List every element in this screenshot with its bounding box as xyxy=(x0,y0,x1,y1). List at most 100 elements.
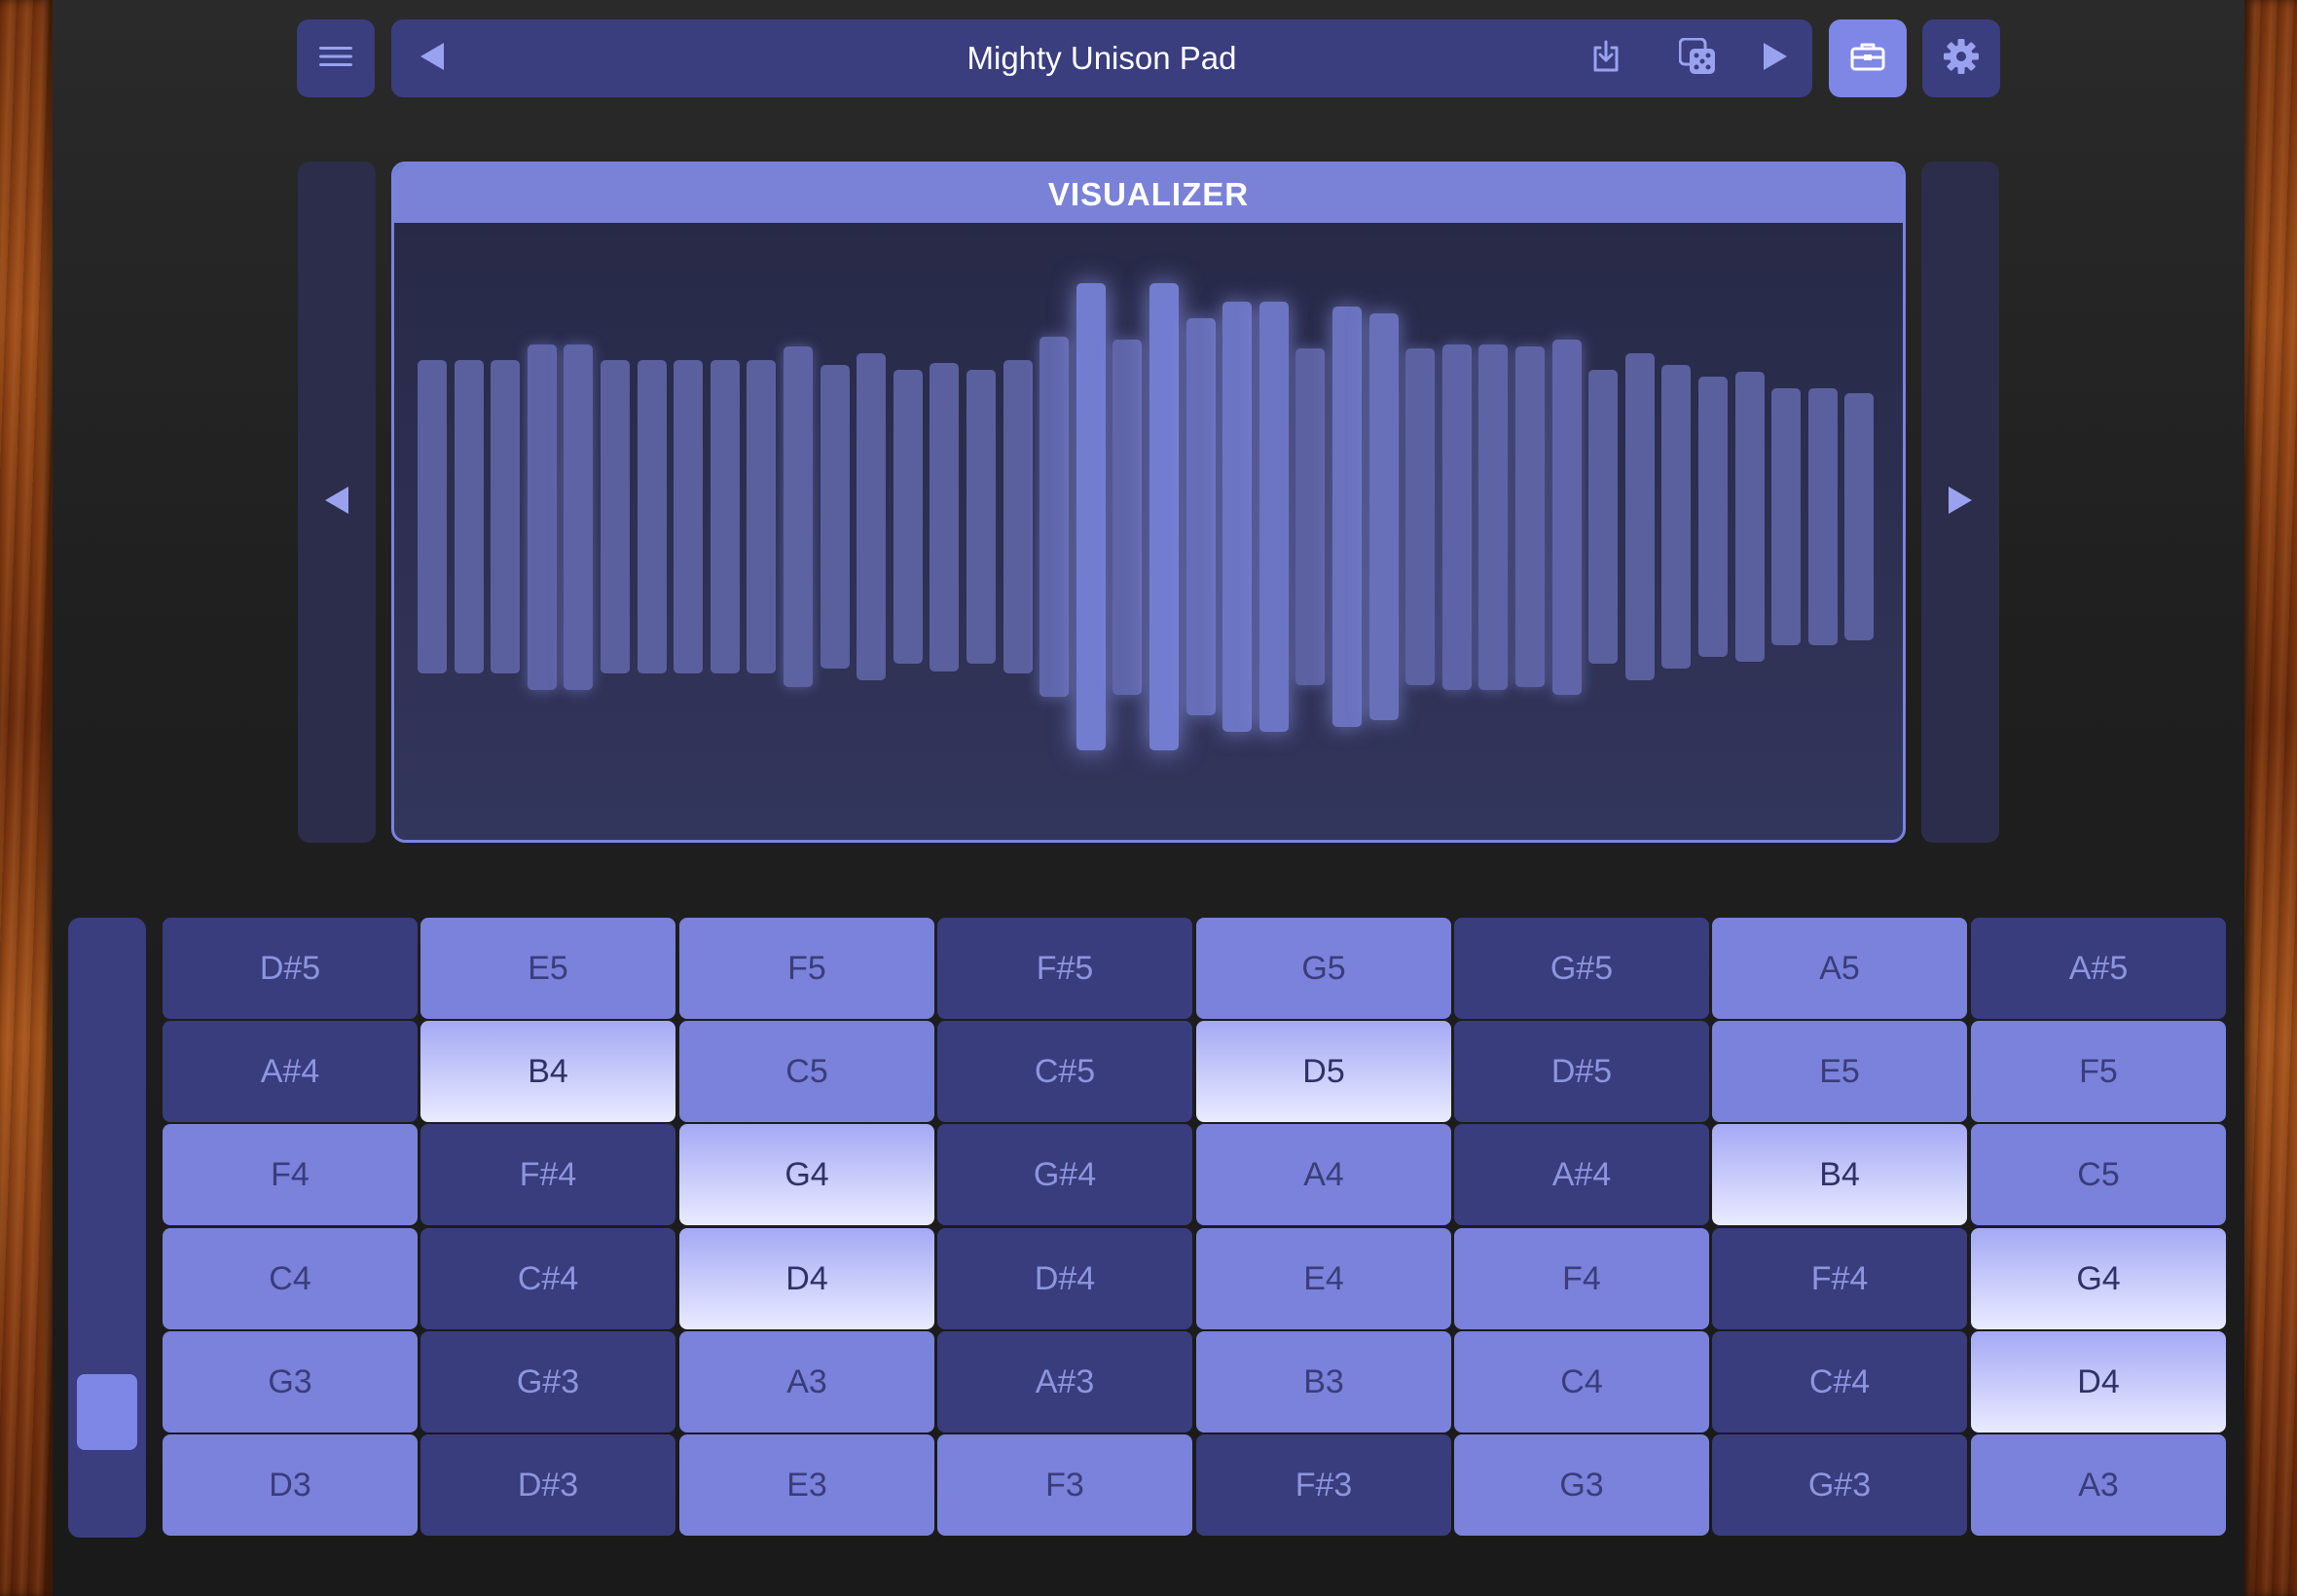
visualizer-bar xyxy=(820,365,850,669)
note-pad[interactable]: G3 xyxy=(163,1331,418,1433)
note-pad[interactable]: D#4 xyxy=(937,1228,1192,1329)
note-pad[interactable]: B4 xyxy=(1712,1124,1967,1225)
note-pad[interactable]: E4 xyxy=(1196,1228,1451,1329)
note-pad[interactable]: G4 xyxy=(679,1124,934,1225)
dice-icon xyxy=(1678,37,1716,80)
visualizer-bar xyxy=(1332,307,1362,727)
menu-button[interactable] xyxy=(297,19,375,97)
note-pad[interactable]: D5 xyxy=(1196,1021,1451,1122)
note-pad[interactable]: F#4 xyxy=(1712,1228,1967,1329)
note-pad[interactable]: C4 xyxy=(163,1228,418,1329)
visualizer-bar xyxy=(638,360,667,673)
visualizer-bars xyxy=(394,223,1903,840)
note-pad[interactable]: F4 xyxy=(163,1124,418,1225)
visualizer-bar xyxy=(455,360,484,673)
visualizer-bar xyxy=(930,363,959,671)
next-preset-button[interactable] xyxy=(1746,19,1805,97)
visualizer-bar xyxy=(1222,302,1252,732)
note-pad[interactable]: G#3 xyxy=(1712,1434,1967,1536)
left-arrow-icon xyxy=(323,486,350,520)
wood-side-panel-right xyxy=(2244,0,2297,1596)
note-pad[interactable]: E5 xyxy=(1712,1021,1967,1122)
visualizer-bar xyxy=(564,345,593,690)
note-pad[interactable]: C#4 xyxy=(1712,1331,1967,1433)
note-pad[interactable]: E3 xyxy=(679,1434,934,1536)
visualizer-bar xyxy=(1112,340,1142,695)
visualizer-bar xyxy=(1661,365,1691,669)
settings-button[interactable] xyxy=(1922,19,2000,97)
visualizer-bar xyxy=(491,360,520,673)
note-pad[interactable]: D3 xyxy=(163,1434,418,1536)
note-pad[interactable]: B3 xyxy=(1196,1331,1451,1433)
note-pad[interactable]: A3 xyxy=(1971,1434,2226,1536)
gear-icon xyxy=(1943,38,1980,80)
visualizer-next-button[interactable] xyxy=(1921,162,1999,843)
note-pad[interactable]: D#3 xyxy=(420,1434,675,1536)
visualizer-bar xyxy=(1844,393,1874,640)
note-pad[interactable]: F5 xyxy=(1971,1021,2226,1122)
note-pad[interactable]: A#4 xyxy=(163,1021,418,1122)
visualizer-bar xyxy=(1588,370,1618,664)
note-pad[interactable]: G3 xyxy=(1454,1434,1709,1536)
note-pad[interactable]: G#3 xyxy=(420,1331,675,1433)
note-pad[interactable]: C5 xyxy=(1971,1124,2226,1225)
toolbox-icon xyxy=(1850,42,1885,76)
note-pad[interactable]: A3 xyxy=(679,1331,934,1433)
visualizer-bar xyxy=(1076,283,1106,750)
note-pad[interactable]: F3 xyxy=(937,1434,1192,1536)
visualizer-bar xyxy=(1478,345,1508,690)
visualizer-prev-button[interactable] xyxy=(298,162,376,843)
wood-side-panel-left xyxy=(0,0,53,1596)
visualizer-bar xyxy=(711,360,740,673)
visualizer-bar xyxy=(1442,345,1472,690)
note-pad[interactable]: F5 xyxy=(679,918,934,1019)
visualizer-bar xyxy=(747,360,776,673)
note-pad[interactable]: D#5 xyxy=(1454,1021,1709,1122)
note-pad[interactable]: F#3 xyxy=(1196,1434,1451,1536)
randomize-button[interactable] xyxy=(1668,19,1727,97)
right-arrow-icon xyxy=(1947,486,1974,520)
next-preset-icon xyxy=(1762,42,1789,76)
save-preset-button[interactable] xyxy=(1577,19,1635,97)
note-pad[interactable]: C4 xyxy=(1454,1331,1709,1433)
note-pad[interactable]: C5 xyxy=(679,1021,934,1122)
note-pad[interactable]: D4 xyxy=(1971,1331,2226,1433)
note-pad[interactable]: F#5 xyxy=(937,918,1192,1019)
octave-scroll-strip[interactable] xyxy=(68,918,146,1538)
note-pad[interactable]: D#5 xyxy=(163,918,418,1019)
visualizer-bar xyxy=(674,360,703,673)
octave-scroll-thumb[interactable] xyxy=(77,1374,137,1450)
note-pad[interactable]: A4 xyxy=(1196,1124,1451,1225)
visualizer-bar xyxy=(418,360,447,673)
note-pad[interactable]: E5 xyxy=(420,918,675,1019)
save-download-icon xyxy=(1590,40,1622,78)
visualizer-bar xyxy=(528,345,557,690)
preset-selector: Mighty Unison Pad xyxy=(391,19,1812,97)
visualizer-bar xyxy=(1625,353,1655,680)
visualizer-bar xyxy=(1698,377,1728,657)
visualizer-bar xyxy=(1186,318,1216,715)
visualizer-bar xyxy=(1369,313,1399,720)
visualizer-bar xyxy=(966,370,996,664)
visualizer-bar xyxy=(784,346,813,687)
visualizer-bar xyxy=(1003,360,1033,673)
note-pad[interactable]: A5 xyxy=(1712,918,1967,1019)
note-pad[interactable]: B4 xyxy=(420,1021,675,1122)
note-pad[interactable]: G5 xyxy=(1196,918,1451,1019)
note-pad[interactable]: A#5 xyxy=(1971,918,2226,1019)
toolbox-button[interactable] xyxy=(1829,19,1907,97)
visualizer-title: VISUALIZER xyxy=(394,164,1903,223)
note-pad[interactable]: G4 xyxy=(1971,1228,2226,1329)
note-pad[interactable]: A#4 xyxy=(1454,1124,1709,1225)
visualizer-bar xyxy=(1039,337,1069,697)
note-pad[interactable]: F4 xyxy=(1454,1228,1709,1329)
note-pad[interactable]: C#4 xyxy=(420,1228,675,1329)
note-pad[interactable]: G#5 xyxy=(1454,918,1709,1019)
visualizer-bar xyxy=(601,360,630,673)
note-pad[interactable]: G#4 xyxy=(937,1124,1192,1225)
note-pad[interactable]: C#5 xyxy=(937,1021,1192,1122)
note-pad[interactable]: F#4 xyxy=(420,1124,675,1225)
visualizer-bar xyxy=(1808,388,1838,645)
note-pad[interactable]: D4 xyxy=(679,1228,934,1329)
note-pad[interactable]: A#3 xyxy=(937,1331,1192,1433)
